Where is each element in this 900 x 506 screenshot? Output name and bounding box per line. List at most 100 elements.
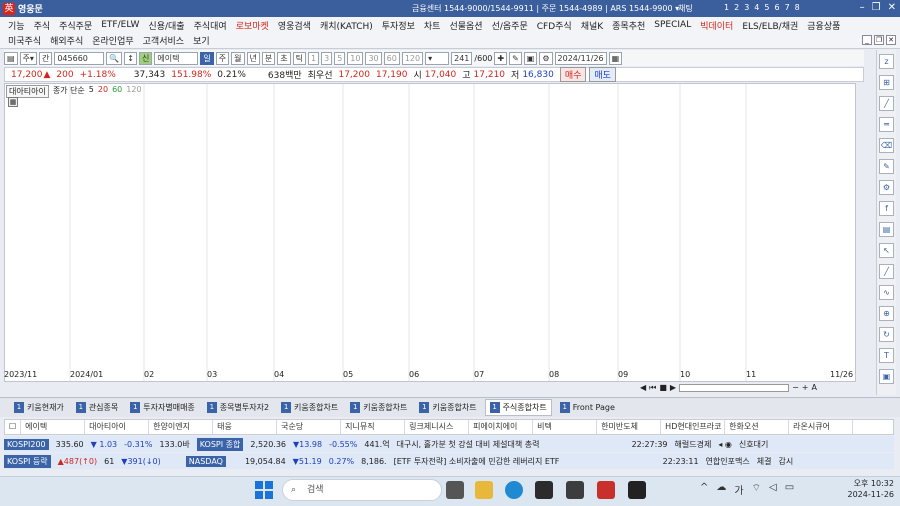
screen-tab[interactable]: 1 Front Page: [556, 400, 619, 415]
period-minute[interactable]: 분: [261, 51, 276, 65]
screen-5[interactable]: 5: [764, 3, 769, 12]
contact-info[interactable]: 금융센터 1544-9000/1544-9911 | 주문 1544-4989 …: [412, 3, 679, 14]
screen-tab[interactable]: 1 키움현재가: [10, 400, 68, 415]
tick-custom-input[interactable]: ▾: [425, 51, 450, 65]
watchlist-item[interactable]: HD현대인프라코: [661, 420, 726, 434]
formula-icon[interactable]: f: [879, 201, 894, 216]
screen-tab[interactable]: 1 키움종합차트: [277, 400, 342, 415]
watchlist-icon[interactable]: ☐: [5, 420, 22, 434]
tick-10[interactable]: 10: [347, 51, 364, 65]
sell-button[interactable]: 매도: [589, 67, 616, 82]
screen-tab[interactable]: 1 종목별투자자2: [203, 400, 273, 415]
screen-numbers[interactable]: 12345678: [724, 3, 800, 12]
watchlist-item[interactable]: 한미반도체: [597, 420, 662, 434]
app-icon[interactable]: [566, 481, 584, 499]
replay-icon[interactable]: ↻: [879, 327, 894, 342]
count-input[interactable]: 241: [451, 51, 473, 65]
watchlist-item[interactable]: 한양이엔지: [149, 420, 214, 434]
tool-add-icon[interactable]: ✚: [494, 51, 508, 65]
screen-tab[interactable]: 1 키움종합차트: [346, 400, 411, 415]
buy-button[interactable]: 매수: [559, 67, 587, 82]
submenu-item[interactable]: 해외주식: [50, 34, 83, 47]
menu-item[interactable]: 금융상품: [807, 19, 840, 32]
menu-item[interactable]: 차트: [424, 19, 441, 32]
capture-app-icon[interactable]: [628, 481, 646, 499]
eraser-icon[interactable]: ⌫: [879, 138, 894, 153]
font-size-icon[interactable]: A: [811, 383, 816, 392]
fib-icon[interactable]: ═: [879, 117, 894, 132]
menu-item[interactable]: SPECIAL: [654, 20, 691, 30]
chart-area[interactable]: [4, 83, 856, 382]
indicator-icon[interactable]: ▤: [879, 222, 894, 237]
spin-icon[interactable]: ↕: [124, 51, 137, 65]
screen-tab[interactable]: 1 관심종목: [72, 400, 122, 415]
watchlist-item[interactable]: 대아티아이: [85, 420, 150, 434]
logo-icon[interactable]: ᴢ: [879, 54, 894, 69]
watchlist-item[interactable]: 피에이치에이: [469, 420, 534, 434]
taskbar-search[interactable]: ⌕ 검색: [282, 479, 442, 501]
stop-icon[interactable]: ■: [659, 383, 667, 392]
submenu-item[interactable]: 보기: [193, 34, 210, 47]
menu-item[interactable]: 영웅검색: [278, 19, 311, 32]
store-icon[interactable]: [535, 481, 553, 499]
mdi-close-icon[interactable]: ✕: [886, 35, 896, 45]
menu-item[interactable]: 빅데이터: [700, 19, 733, 32]
maximize-icon[interactable]: ❐: [872, 2, 881, 13]
tray-expand-icon[interactable]: ^: [700, 482, 708, 497]
forward-icon[interactable]: ▶: [670, 383, 676, 392]
watchlist-item[interactable]: 링크제니시스: [405, 420, 470, 434]
period-select[interactable]: 간: [38, 51, 53, 65]
alert-status[interactable]: 신호대기: [739, 439, 768, 450]
period-week[interactable]: 주: [215, 51, 230, 65]
tick-30[interactable]: 30: [365, 51, 382, 65]
tick-3[interactable]: 3: [321, 51, 333, 65]
watchlist-item[interactable]: 라온시큐어: [789, 420, 854, 434]
scroll-left-icon[interactable]: ◀: [640, 383, 646, 392]
windows-start-icon[interactable]: [254, 480, 274, 500]
trend-icon[interactable]: ╱: [879, 264, 894, 279]
calendar-icon[interactable]: ▦: [608, 51, 623, 65]
menu-item[interactable]: 캐치(KATCH): [320, 19, 373, 32]
close-icon[interactable]: ✕: [888, 2, 896, 13]
watchlist-item[interactable]: 국순당: [277, 420, 342, 434]
execution-button[interactable]: 체결: [757, 456, 772, 467]
wifi-icon[interactable]: ⌔: [752, 482, 761, 497]
volume-icon[interactable]: ◁: [769, 482, 777, 497]
order-icon[interactable]: ▣: [879, 369, 894, 384]
period-tick[interactable]: 틱: [292, 51, 306, 65]
tick-5[interactable]: 5: [334, 51, 346, 65]
stock-code-input[interactable]: 045660: [54, 51, 105, 65]
menu-item[interactable]: 채널K: [581, 19, 603, 32]
zoom-out-icon[interactable]: −: [792, 383, 799, 392]
screen-3[interactable]: 3: [744, 3, 749, 12]
watchlist-item[interactable]: 지니뮤직: [341, 420, 406, 434]
chat-button[interactable]: 채팅: [678, 3, 693, 14]
mdi-minimize-icon[interactable]: _: [862, 35, 872, 45]
submenu-item[interactable]: 미국주식: [8, 34, 41, 47]
text-icon[interactable]: T: [879, 348, 894, 363]
screen-7[interactable]: 7: [785, 3, 790, 12]
edge-browser-icon[interactable]: [505, 481, 523, 499]
watchlist-item[interactable]: 한화오션: [725, 420, 790, 434]
minimize-icon[interactable]: –: [860, 2, 865, 13]
menu-item[interactable]: 주식대여: [194, 19, 227, 32]
menu-item[interactable]: 투자정보: [382, 19, 415, 32]
watchlist-item[interactable]: 에이텍: [21, 420, 86, 434]
date-input[interactable]: 2024/11/26: [554, 51, 607, 65]
tick-120[interactable]: 120: [401, 51, 424, 65]
watchlist-item[interactable]: 비텍: [533, 420, 598, 434]
tool-draw-icon[interactable]: ✎: [509, 51, 522, 65]
layout-icon[interactable]: ▤: [4, 51, 18, 65]
watchlist-item[interactable]: 태웅: [213, 420, 278, 434]
mdi-restore-icon[interactable]: ❐: [874, 35, 884, 45]
period-month[interactable]: 월: [231, 51, 245, 65]
news-headline-2[interactable]: [ETF 투자전략] 소비자출에 민감한 레버리지 ETF: [394, 456, 656, 467]
rewind-icon[interactable]: ⏮: [649, 383, 656, 393]
menu-item[interactable]: 주식주문: [59, 19, 92, 32]
menu-item[interactable]: 신용/대출: [148, 19, 184, 32]
tick-1[interactable]: 1: [308, 51, 320, 65]
settings-icon[interactable]: ⚙: [539, 51, 553, 65]
ime-indicator[interactable]: 가: [734, 482, 743, 497]
period-second[interactable]: 초: [277, 51, 291, 65]
draw-icon[interactable]: ✎: [879, 159, 894, 174]
